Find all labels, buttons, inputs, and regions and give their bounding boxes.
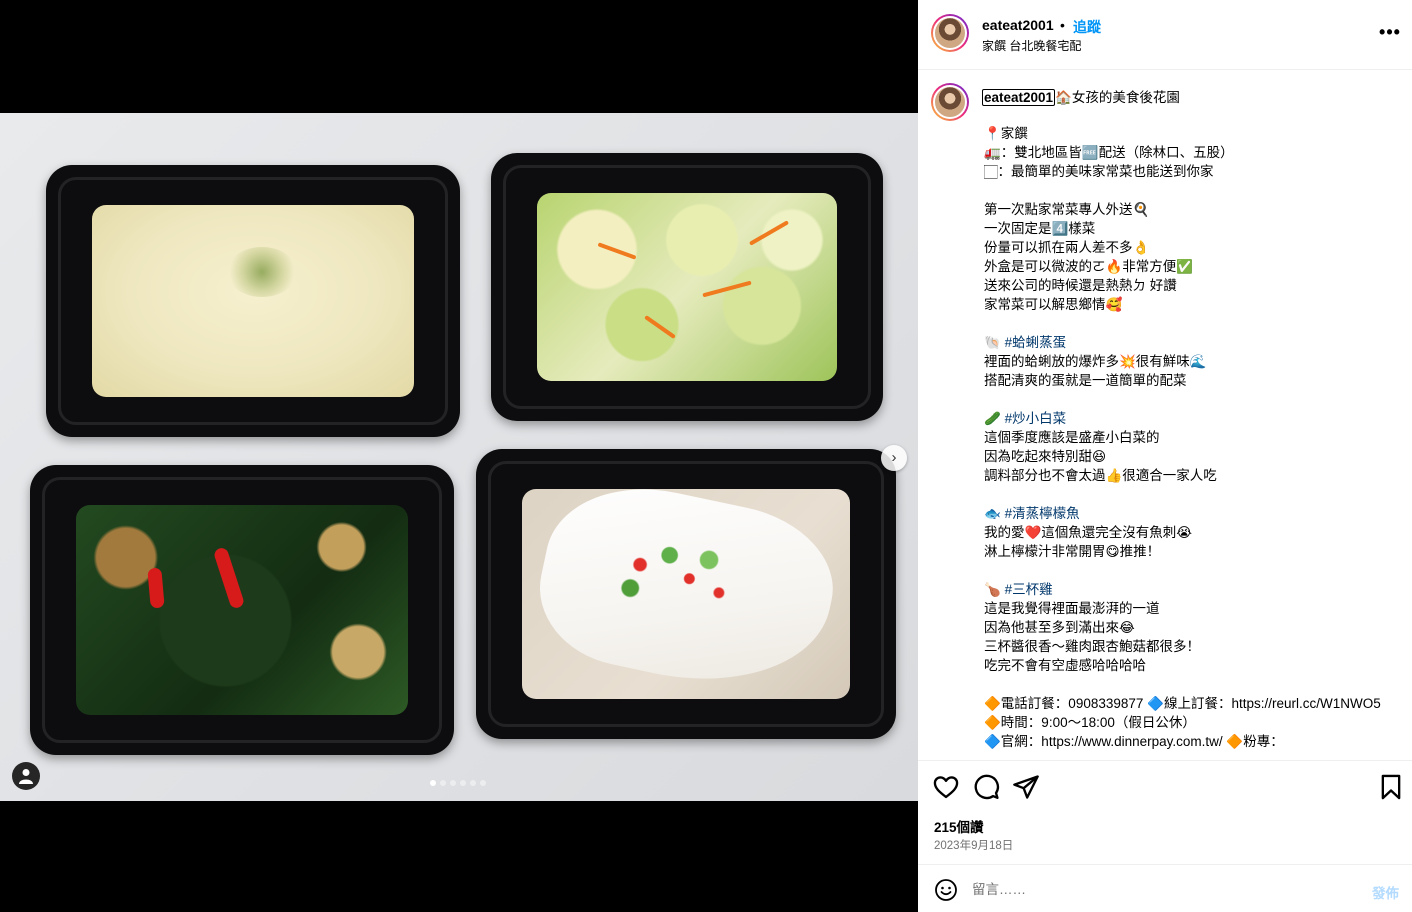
caption-line: 🥒 #炒小白菜 bbox=[984, 409, 1404, 428]
like-heart-icon[interactable] bbox=[932, 773, 960, 801]
caption-line: 🔶時間：9:00～18:00（假日公休） bbox=[984, 715, 1196, 730]
post-comment-button[interactable]: 發佈 bbox=[1372, 882, 1399, 902]
avatar[interactable] bbox=[931, 14, 969, 52]
follow-button[interactable]: 追蹤 bbox=[1073, 17, 1101, 37]
comment-input[interactable] bbox=[972, 876, 1352, 902]
post-photo[interactable] bbox=[0, 113, 918, 801]
caption-line: 家常菜可以解思鄉情🥰 bbox=[984, 297, 1123, 312]
caption-line: 🚛：雙北地區皆🆓配送（除林口、五股） bbox=[984, 145, 1234, 160]
caption-line: 📍家饌 bbox=[984, 126, 1028, 141]
post-header: eateat2001 • 追蹤 家饌 台北晚餐宅配 ••• bbox=[918, 0, 1412, 70]
caption-text: 📍家饌 🚛：雙北地區皆🆓配送（除林口、五股） 🏻：最簡單的美味家常菜也能送到你家 第一… bbox=[984, 124, 1404, 751]
tagged-user-button[interactable] bbox=[12, 762, 40, 790]
caption-line: 第一次點家常菜專人外送🍳 bbox=[984, 202, 1150, 217]
emoji-smiley-icon[interactable] bbox=[934, 878, 958, 902]
user-icon bbox=[19, 769, 33, 784]
caption-username-link[interactable]: eateat2001 bbox=[982, 89, 1056, 106]
next-slide-button[interactable]: › bbox=[881, 445, 907, 471]
hashtag-link[interactable]: #炒小白菜 bbox=[1005, 411, 1067, 426]
caption-line: 外盒是可以微波的ㄛ🔥非常方便✅ bbox=[984, 259, 1194, 274]
caption-avatar[interactable] bbox=[931, 83, 969, 121]
tray-lemon-fish bbox=[476, 449, 896, 739]
action-bar: 215個讚 2023年9月18日 bbox=[918, 760, 1412, 864]
post-media: › bbox=[0, 0, 918, 912]
carousel-dot bbox=[480, 780, 486, 786]
comment-bar: 發佈 bbox=[918, 864, 1412, 912]
caption-line: 淋上檸檬汁非常開胃😋推推！ bbox=[984, 544, 1161, 559]
hashtag-link[interactable]: #清蒸檸檬魚 bbox=[1005, 506, 1080, 521]
hashtag-link[interactable]: #三杯雞 bbox=[1005, 582, 1053, 597]
caption-line: 🐚 #蛤蜊蒸蛋 bbox=[984, 333, 1404, 352]
caption-line: 🐟 #清蒸檸檬魚 bbox=[984, 504, 1404, 523]
post-date[interactable]: 2023年9月18日 bbox=[934, 837, 1013, 853]
caption-line: 🔷官網：https://www.dinnerpay.com.tw/ 🔶粉專： bbox=[984, 734, 1284, 749]
username-link[interactable]: eateat2001 bbox=[982, 17, 1054, 33]
caption-line: 調料部分也不會太過👍很適合一家人吃 bbox=[984, 468, 1217, 483]
caption-line: 這是我覺得裡面最澎湃的一道 bbox=[984, 601, 1160, 616]
separator-dot: • bbox=[1060, 17, 1065, 33]
post-side-panel: eateat2001 • 追蹤 家饌 台北晚餐宅配 ••• eateat2001… bbox=[918, 0, 1412, 912]
caption-emoji: 🍗 bbox=[984, 582, 1001, 597]
caption-emoji: 🐟 bbox=[984, 506, 1001, 521]
location-subtitle[interactable]: 家饌 台北晚餐宅配 bbox=[982, 37, 1081, 54]
lemon-fish-dish bbox=[522, 469, 850, 707]
caption-line: 🍗 #三杯雞 bbox=[984, 580, 1404, 599]
chevron-right-icon: › bbox=[891, 449, 897, 466]
save-bookmark-icon[interactable] bbox=[1377, 773, 1405, 801]
carousel-dot bbox=[460, 780, 466, 786]
caption-line: 吃完不會有空虛感哈哈哈哈 bbox=[984, 658, 1146, 673]
bok-choy-dish bbox=[537, 193, 837, 381]
carousel-dot bbox=[440, 780, 446, 786]
caption-line: 搭配清爽的蛋就是一道簡單的配菜 bbox=[984, 373, 1187, 388]
caption-line: 份量可以抓在兩人差不多👌 bbox=[984, 240, 1150, 255]
caption-line: 裡面的蛤蜊放的爆炸多💥很有鮮味🌊 bbox=[984, 354, 1207, 369]
caption-line: 因為他甚至多到滿出來😂 bbox=[984, 620, 1135, 635]
caption-line: 一次固定是4️⃣樣菜 bbox=[984, 221, 1096, 236]
more-options-icon[interactable]: ••• bbox=[1378, 22, 1402, 46]
caption-line: 三杯醬很香～雞肉跟杏鮑菇都很多！ bbox=[984, 639, 1200, 654]
caption-line: 🏻：最簡單的美味家常菜也能送到你家 bbox=[984, 164, 1214, 179]
caption-line: 🔶電話訂餐：0908339877 🔷線上訂餐：https://reurl.cc/… bbox=[984, 696, 1381, 711]
like-count[interactable]: 215個讚 bbox=[934, 816, 984, 836]
carousel-dot bbox=[450, 780, 456, 786]
caption-line: 我的愛❤️這個魚還完全沒有魚刺😭 bbox=[984, 525, 1193, 540]
tray-bok-choy bbox=[491, 153, 883, 421]
caption-line: 送來公司的時候還是熱熱ㄉ 好讚 bbox=[984, 278, 1177, 293]
comment-bubble-icon[interactable] bbox=[972, 773, 1000, 801]
three-cup-chicken-dish bbox=[76, 505, 408, 715]
hashtag-link[interactable]: #蛤蜊蒸蛋 bbox=[1005, 335, 1067, 350]
carousel-dot bbox=[470, 780, 476, 786]
tray-steamed-egg bbox=[46, 165, 460, 437]
share-paper-plane-icon[interactable] bbox=[1012, 773, 1040, 801]
caption-emoji: 🐚 bbox=[984, 335, 1001, 350]
caption-line: 這個季度應該是盛產小白菜的 bbox=[984, 430, 1160, 445]
tray-three-cup-chicken bbox=[30, 465, 454, 755]
caption-header: eateat2001 🏠女孩的美食後花園 bbox=[982, 86, 1180, 106]
caption-area: eateat2001 🏠女孩的美食後花園 📍家饌 🚛：雙北地區皆🆓配送（除林口、五股… bbox=[918, 70, 1412, 760]
caption-headline: 🏠女孩的美食後花園 bbox=[1055, 90, 1180, 105]
caption-line: 因為吃起來特別甜😆 bbox=[984, 449, 1107, 464]
caption-emoji: 🥒 bbox=[984, 411, 1001, 426]
carousel-dot-active bbox=[430, 780, 436, 786]
carousel-indicator bbox=[430, 780, 486, 786]
steamed-egg-dish bbox=[92, 205, 414, 397]
